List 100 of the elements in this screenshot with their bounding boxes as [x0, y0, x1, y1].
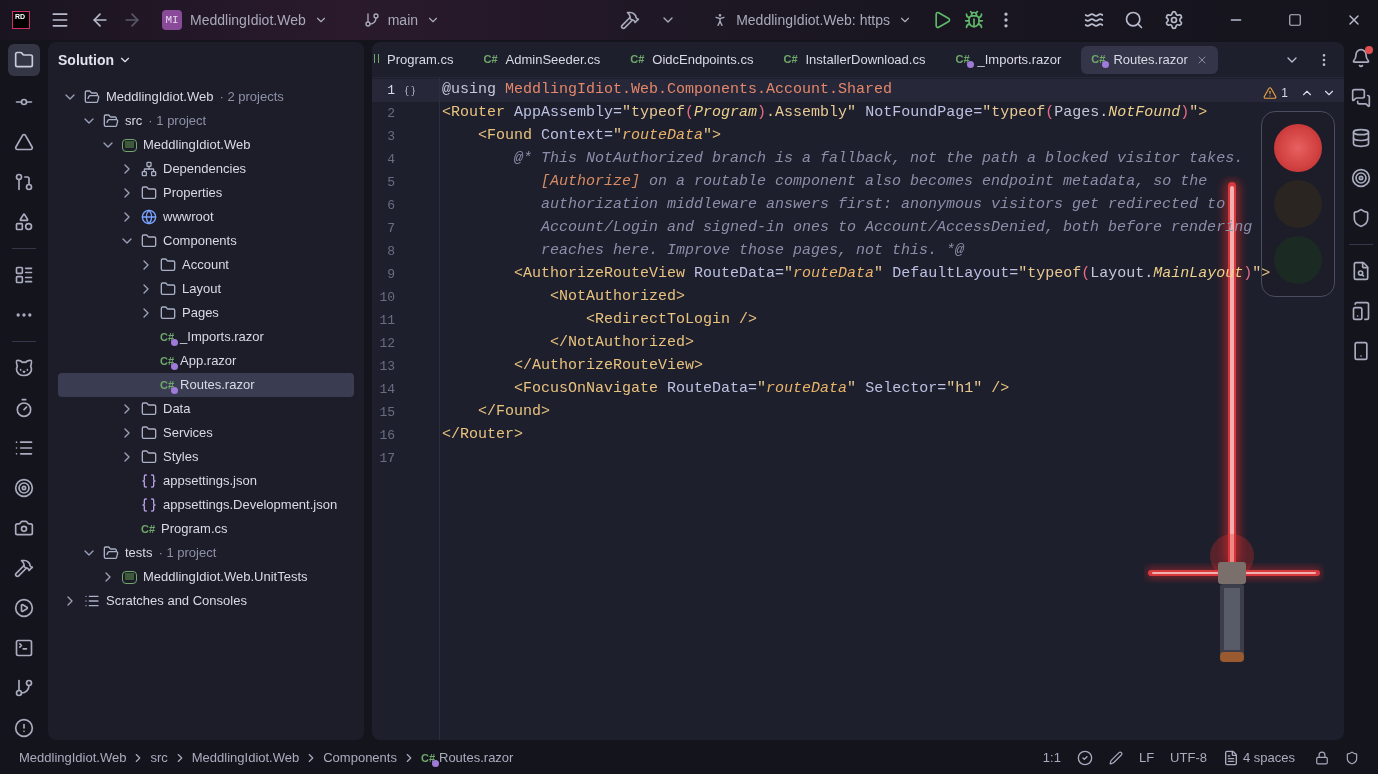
project-selector[interactable]: MI MeddlingIdiot.Web [162, 9, 328, 31]
device-search-icon[interactable] [1351, 261, 1371, 281]
settings-icon[interactable] [1164, 10, 1184, 30]
editor-tab[interactable]: C# AdminSeeder.cs [473, 45, 611, 74]
caret-position[interactable]: 1:1 [1042, 748, 1061, 768]
tree-item[interactable]: C# Program.cs [58, 517, 354, 541]
run-icon[interactable] [14, 598, 34, 618]
code-line: authorization middleware answers first: anonymous visitors get redirected to [540, 195, 1226, 216]
tree-item[interactable]: C# App.razor [58, 349, 354, 373]
folder-icon [160, 281, 176, 297]
breadcrumb[interactable]: src [150, 748, 168, 768]
editor-tab[interactable]: C# Routes.razor [1081, 45, 1218, 74]
breadcrumb[interactable]: MeddlingIdiot.Web [19, 748, 127, 768]
pull-request-icon[interactable] [14, 172, 34, 192]
terminal-icon[interactable] [14, 638, 34, 658]
tree-item[interactable]: Services [58, 421, 354, 445]
tree-item-label: Components [163, 232, 237, 251]
tree-item-label: tests [125, 544, 153, 563]
line-number: 1 [386, 81, 395, 100]
device-icon[interactable] [1351, 341, 1371, 361]
line-number: 3 [386, 127, 395, 146]
timer-icon[interactable] [14, 398, 34, 418]
code-line: </AuthorizeRouteView> [513, 356, 704, 377]
file-encoding[interactable]: UTF-8 [1170, 748, 1207, 768]
solution-dropdown[interactable]: Solution [58, 49, 132, 71]
maximize-icon[interactable] [1288, 13, 1302, 27]
tree-item-label: src [125, 112, 143, 131]
tree-item[interactable]: C# _Imports.razor [58, 325, 354, 349]
braces-icon [404, 84, 416, 97]
hammer-icon[interactable] [14, 558, 34, 578]
shapes-icon[interactable] [14, 212, 34, 232]
run-configuration[interactable]: MeddlingIdiot.Web: https [712, 9, 912, 31]
check-circle-icon[interactable] [1076, 750, 1093, 766]
tree-item[interactable]: Data [58, 397, 354, 421]
chat-icon[interactable] [1351, 88, 1371, 108]
search-icon[interactable] [1124, 10, 1144, 30]
list-icon[interactable] [14, 438, 34, 458]
camera-icon[interactable] [14, 518, 34, 538]
document-icon[interactable] [1222, 750, 1239, 766]
tree-item[interactable]: Properties [58, 181, 354, 205]
cat-icon[interactable] [14, 358, 34, 378]
folder-icon [141, 425, 157, 441]
devices-icon[interactable] [1351, 301, 1371, 321]
coverage-icon[interactable] [14, 478, 34, 498]
hammer-icon[interactable] [620, 10, 641, 30]
lock-icon[interactable] [1315, 751, 1329, 765]
folder-icon [160, 257, 176, 273]
tree-item-label: wwwroot [163, 208, 214, 227]
tree-item[interactable]: Account [58, 253, 354, 277]
tree-item[interactable]: wwwroot [58, 205, 354, 229]
breadcrumb[interactable]: MeddlingIdiot.Web [191, 748, 300, 768]
dependencies-icon [141, 161, 157, 177]
problems-icon[interactable] [14, 718, 34, 738]
breadcrumb[interactable]: Components [323, 748, 397, 768]
tree-item-label: appsettings.Development.json [163, 496, 338, 515]
solution-folder-icon [103, 113, 119, 129]
project-tool-button[interactable] [8, 44, 40, 76]
menu-icon[interactable] [50, 10, 70, 30]
tree-item[interactable]: tests · 1 project [58, 541, 354, 565]
tree-item[interactable]: Layout [58, 277, 354, 301]
code-line: <Found Context="routeData"> [477, 126, 722, 147]
globe-folder-icon [141, 209, 157, 225]
solution-icon [84, 89, 100, 105]
database-icon[interactable] [1351, 128, 1371, 148]
tree-item[interactable]: Pages [58, 301, 354, 325]
line-number: 2 [386, 104, 395, 123]
tree-item[interactable]: appsettings.Development.json [58, 493, 354, 517]
tree-item[interactable]: C# Routes.razor [58, 373, 354, 397]
code-line: @using MeddlingIdiot.Web.Components.Account.Shared [442, 80, 893, 101]
breadcrumb[interactable]: Routes.razor [439, 748, 514, 768]
tree-item[interactable]: Styles [58, 445, 354, 469]
tree-item-label: _Imports.razor [180, 328, 264, 347]
tree-item[interactable]: MeddlingIdiot.Web [58, 133, 354, 157]
editor-tab[interactable]: Program.cs [372, 45, 474, 74]
tree-item[interactable]: Scratches and Consoles [58, 589, 354, 613]
folder-icon [160, 305, 176, 321]
tree-item[interactable]: Components [58, 229, 354, 253]
tree-item[interactable]: Dependencies [58, 157, 354, 181]
editor-tab[interactable]: C# _Imports.razor [945, 45, 1072, 74]
git-branch-icon[interactable] [14, 678, 34, 698]
shield-icon[interactable] [1345, 751, 1359, 765]
indent-setting[interactable]: 4 spaces [1242, 748, 1295, 768]
editor-tab[interactable]: C# InstallerDownload.cs [773, 45, 936, 74]
tree-item[interactable]: src · 1 project [58, 109, 354, 133]
debug-icon[interactable] [964, 10, 984, 30]
folder-icon [141, 401, 157, 417]
editor-tab[interactable]: C# OidcEndpoints.cs [620, 45, 764, 74]
tree-item[interactable]: MeddlingIdiot.Web · 2 projects [58, 85, 354, 109]
tree-item[interactable]: appsettings.json [58, 469, 354, 493]
notifications-icon[interactable] [1351, 48, 1371, 68]
line-number: 17 [378, 449, 395, 468]
endpoints-icon[interactable] [1351, 168, 1371, 188]
structure-icon[interactable] [14, 265, 34, 285]
tree-item[interactable]: MeddlingIdiot.Web.UnitTests [58, 565, 354, 589]
run-icon[interactable] [932, 10, 952, 30]
tree-item-label: Data [163, 400, 191, 419]
line-ending[interactable]: LF [1138, 748, 1155, 768]
inspection-widget[interactable]: 1 [1263, 84, 1336, 102]
branch-selector[interactable]: main [363, 9, 441, 31]
shield-icon[interactable] [1351, 208, 1371, 228]
